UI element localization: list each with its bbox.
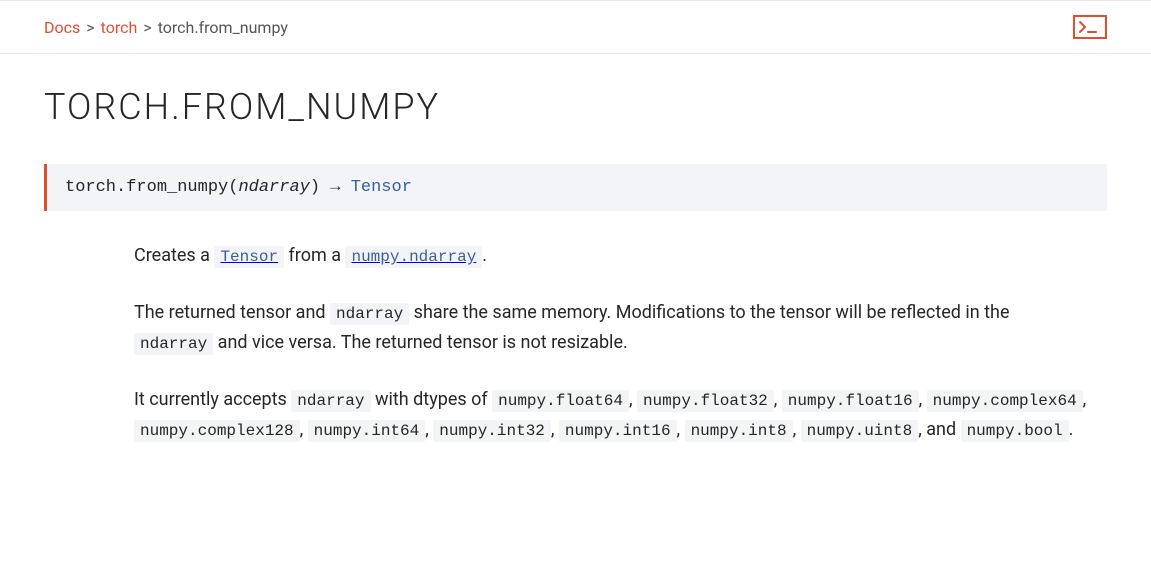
terminal-icon[interactable] <box>1073 15 1107 39</box>
signature-close-paren: ) <box>310 178 320 197</box>
signature-arrow: → <box>320 178 351 197</box>
code-numpy-ndarray: numpy.ndarray <box>345 246 482 268</box>
code-ndarray: ndarray <box>291 390 370 412</box>
breadcrumb: Docs > torch > torch.from_numpy <box>44 18 288 37</box>
code-dtype: numpy.bool <box>961 420 1069 442</box>
code-tensor: Tensor <box>214 246 284 268</box>
code-dtype: numpy.int32 <box>433 420 551 442</box>
description-paragraph: The returned tensor and ndarray share th… <box>134 298 1087 359</box>
signature-return-type-link[interactable]: Tensor <box>351 178 412 197</box>
signature-block: torch.from_numpy(ndarray) → Tensor <box>44 164 1107 211</box>
breadcrumb-link-docs[interactable]: Docs <box>44 18 80 37</box>
tensor-link[interactable]: Tensor <box>214 245 284 266</box>
code-dtype: numpy.complex128 <box>134 420 300 442</box>
code-dtype: numpy.complex64 <box>927 390 1083 412</box>
description: Creates a Tensor from a numpy.ndarray. T… <box>134 241 1087 446</box>
signature-param: ndarray <box>238 178 309 197</box>
code-dtype: numpy.float64 <box>492 390 629 412</box>
signature-open-paren: ( <box>228 178 238 197</box>
code-dtype: numpy.float32 <box>637 390 774 412</box>
numpy-ndarray-link[interactable]: numpy.ndarray <box>345 245 482 266</box>
code-dtype: numpy.int16 <box>559 420 677 442</box>
breadcrumb-separator: > <box>86 18 94 37</box>
breadcrumb-current: torch.from_numpy <box>158 18 288 37</box>
main-content: TORCH.FROM_NUMPY torch.from_numpy(ndarra… <box>0 86 1151 512</box>
description-paragraph: It currently accepts ndarray with dtypes… <box>134 385 1087 446</box>
breadcrumb-link-torch[interactable]: torch <box>101 18 138 37</box>
page-title: TORCH.FROM_NUMPY <box>44 86 1107 128</box>
code-dtype: numpy.int64 <box>308 420 426 442</box>
code-dtype: numpy.float16 <box>782 390 919 412</box>
breadcrumb-bar: Docs > torch > torch.from_numpy <box>0 0 1151 54</box>
signature-func-name: from_numpy <box>126 178 228 197</box>
signature-qualname-prefix: torch. <box>65 178 126 197</box>
code-dtype: numpy.int8 <box>685 420 793 442</box>
breadcrumb-separator: > <box>143 18 151 37</box>
code-ndarray: ndarray <box>330 303 409 325</box>
code-ndarray: ndarray <box>134 333 213 355</box>
description-paragraph: Creates a Tensor from a numpy.ndarray. <box>134 241 1087 272</box>
code-dtype: numpy.uint8 <box>801 420 919 442</box>
